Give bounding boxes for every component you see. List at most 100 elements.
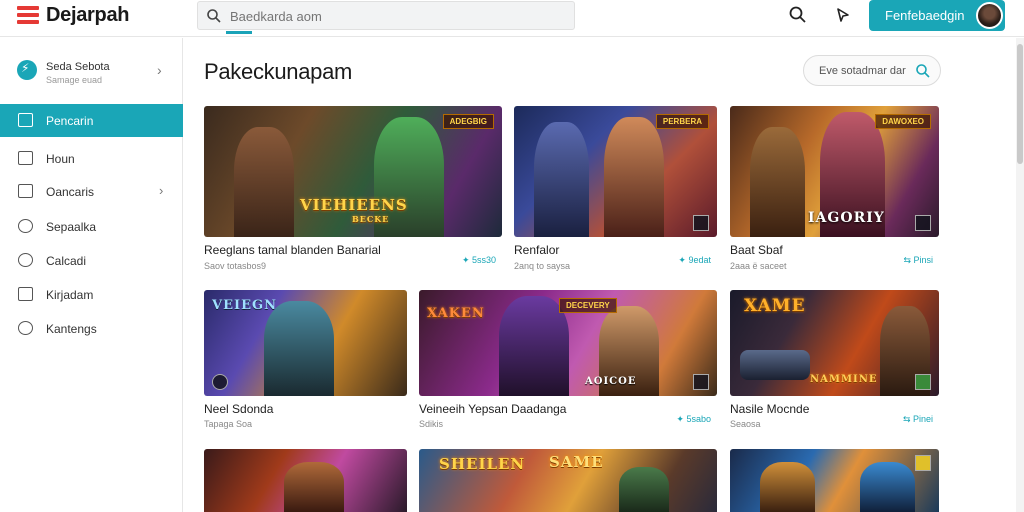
sidebar-item-label: Sepaalka: [46, 220, 97, 234]
game-thumbnail[interactable]: SHEILEN SAME: [419, 449, 717, 512]
sidebar-item-label: Pencarin: [46, 114, 94, 128]
filter-label: Eve sotadmar dar: [819, 65, 906, 77]
game-art-title: VIEHIEENS: [300, 196, 408, 214]
window-icon: [18, 151, 33, 165]
card-title[interactable]: Renfalor: [514, 243, 559, 257]
character-figure: [284, 462, 344, 512]
game-art-title: IAGORIY: [808, 210, 885, 226]
card-subtitle: 2aaa ë saceet: [730, 261, 787, 271]
game-card[interactable]: [730, 449, 939, 512]
game-card[interactable]: XAME NAMMINE Nasile Mocnde Seaosa ⇆ Pine…: [730, 290, 939, 432]
menu-logo-icon[interactable]: [17, 6, 39, 25]
game-art-title: XAKEN: [427, 306, 485, 321]
game-thumbnail[interactable]: PERBERA: [514, 106, 717, 237]
chevron-right-icon: ›: [157, 62, 162, 78]
sidebar-item-sepaalka[interactable]: Sepaalka: [0, 210, 183, 243]
book-icon: [18, 287, 33, 301]
game-thumbnail[interactable]: VIEHIEENS BECKE ADEGBIG: [204, 106, 502, 237]
card-meta: ✦ 5sabo: [676, 414, 711, 424]
game-badge: DAWOXEO: [875, 114, 931, 129]
sidebar-item-oancaris[interactable]: Oancaris ›: [0, 175, 183, 208]
platform-icon: [915, 374, 931, 390]
game-card[interactable]: SHEILEN SAME: [419, 449, 717, 512]
app-logo-text[interactable]: Dejarpah: [46, 4, 129, 27]
search-icon: [207, 9, 221, 23]
game-card[interactable]: XAKEN AOICOE DECEVERY Veineeih Yepsan Da…: [419, 290, 717, 432]
character-figure: [264, 301, 334, 396]
game-card[interactable]: VIEHIEENS BECKE ADEGBIG Reeglans tamal b…: [204, 106, 502, 276]
game-art-subtitle: SAME: [549, 453, 604, 471]
character-figure: [534, 122, 589, 237]
sidebar-item-kantengs[interactable]: Kantengs: [0, 312, 183, 345]
game-thumbnail[interactable]: XAKEN AOICOE DECEVERY: [419, 290, 717, 396]
game-thumbnail[interactable]: [730, 449, 939, 512]
game-thumbnail[interactable]: IAGORIY DAWOXEO: [730, 106, 939, 237]
card-subtitle: Sdikis: [419, 419, 444, 429]
game-art-subtitle: AOICOE: [585, 376, 637, 387]
sidebar-item-pencarin[interactable]: Pencarin: [0, 104, 183, 137]
chat-icon: [18, 321, 33, 335]
sidebar-profile[interactable]: Seda Sebota Samage euad ›: [0, 56, 183, 92]
character-figure: [234, 127, 294, 237]
card-title[interactable]: Veineeih Yepsan Daadanga: [419, 402, 566, 416]
card-subtitle: 2anq to saysa: [514, 261, 571, 271]
game-card[interactable]: [204, 449, 407, 512]
card-title[interactable]: Neel Sdonda: [204, 402, 273, 416]
game-card[interactable]: VEIEGN Neel Sdonda Tapaga Soa: [204, 290, 407, 432]
card-subtitle: Seaosa: [730, 419, 761, 429]
profile-subtitle: Samage euad: [46, 75, 103, 85]
character-figure: [760, 462, 815, 512]
platform-icon: [915, 215, 931, 231]
sidebar-item-kirjadam[interactable]: Kirjadam: [0, 278, 183, 311]
sidebar-item-label: Houn: [46, 152, 75, 166]
card-meta: ✦ 5ss30: [461, 255, 496, 265]
game-thumbnail[interactable]: VEIEGN: [204, 290, 407, 396]
bolt-icon: [17, 60, 37, 80]
scrollbar-thumb[interactable]: [1017, 44, 1023, 164]
sidebar-item-label: Calcadi: [46, 254, 87, 268]
avatar[interactable]: [976, 2, 1003, 29]
page-title: Pakeckunapam: [204, 59, 353, 84]
card-title[interactable]: Reeglans tamal blanden Banarial: [204, 243, 381, 257]
game-card[interactable]: PERBERA Renfalor 2anq to saysa ✦ 9edat: [514, 106, 717, 276]
platform-icon: [693, 374, 709, 390]
card-title[interactable]: Baat Sbaf: [730, 243, 783, 257]
platform-icon: [212, 374, 228, 390]
card-subtitle: Saov totasbos9: [204, 261, 267, 271]
game-art-subtitle: BECKE: [352, 214, 390, 224]
game-art-title: SHEILEN: [439, 455, 526, 473]
sidebar-item-calcadi[interactable]: Calcadi: [0, 244, 183, 277]
person-icon: [18, 253, 33, 267]
platform-icon: [915, 455, 931, 471]
sidebar: Seda Sebota Samage euad › Pencarin Houn …: [0, 38, 183, 512]
card-subtitle: Tapaga Soa: [204, 419, 253, 429]
card-meta: ⇆ Pinsi: [903, 255, 933, 265]
scrollbar[interactable]: [1016, 38, 1024, 512]
character-figure: [750, 127, 805, 237]
game-card[interactable]: IAGORIY DAWOXEO Baat Sbaf 2aaa ë saceet …: [730, 106, 939, 276]
game-badge: PERBERA: [655, 114, 709, 129]
search-focus-indicator: [226, 31, 252, 34]
profile-name: Seda Sebota: [46, 61, 110, 73]
search-icon[interactable]: [788, 5, 808, 25]
filter-search-button[interactable]: Eve sotadmar dar: [803, 55, 941, 86]
game-badge: ADEGBIG: [442, 114, 494, 129]
users-icon: [18, 219, 33, 233]
home-icon: [18, 113, 33, 127]
game-badge: DECEVERY: [559, 298, 617, 313]
platform-icon: [693, 215, 709, 231]
search-input[interactable]: [230, 6, 530, 26]
folder-icon: [18, 184, 33, 198]
signin-label: Fenfebaedgin: [885, 8, 965, 23]
game-thumbnail[interactable]: XAME NAMMINE: [730, 290, 939, 396]
search-icon: [916, 64, 930, 78]
cursor-arrow-icon[interactable]: [834, 5, 852, 25]
search-box[interactable]: [197, 1, 575, 30]
sidebar-item-houn[interactable]: Houn: [0, 142, 183, 175]
game-art-title: VEIEGN: [212, 298, 277, 313]
card-title[interactable]: Nasile Mocnde: [730, 402, 809, 416]
game-thumbnail[interactable]: [204, 449, 407, 512]
character-figure: [860, 462, 915, 512]
car-figure: [740, 350, 810, 380]
top-bar: Dejarpah Fenfebaedgin: [0, 0, 1024, 37]
